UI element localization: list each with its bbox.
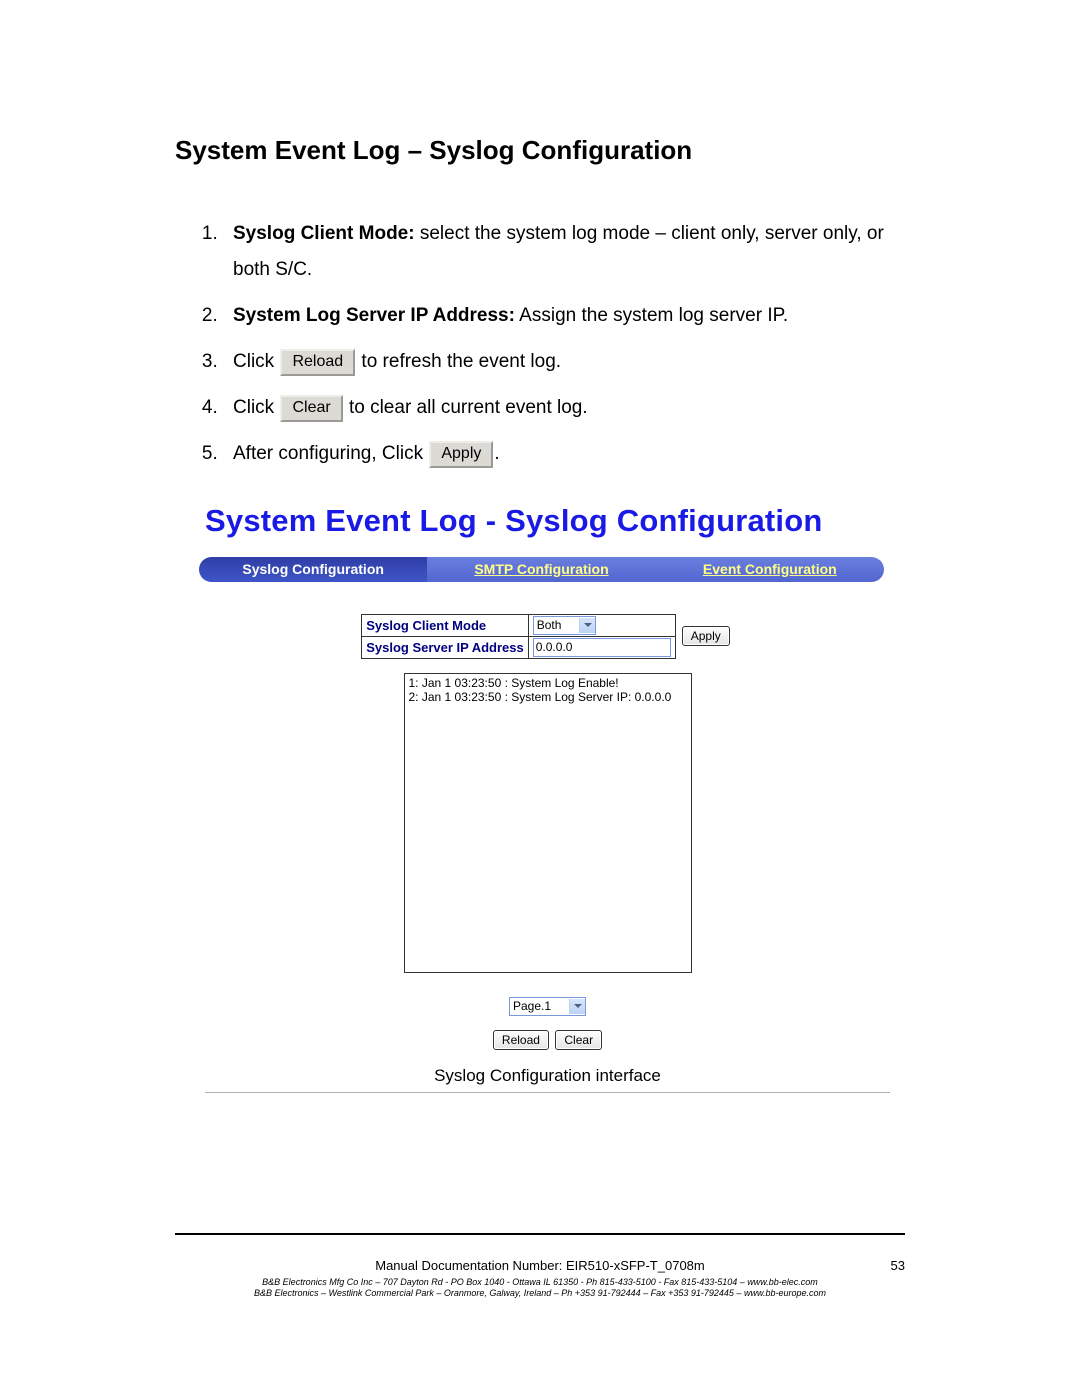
instruction-text: After configuring, Click [233, 443, 428, 464]
config-form-table: Syslog Client Mode Both Apply Syslog Ser… [361, 614, 734, 659]
event-log-box[interactable]: 1: Jan 1 03:23:50 : System Log Enable! 2… [404, 673, 692, 973]
input-syslog-server-ip[interactable] [533, 638, 671, 657]
document-page: System Event Log – Syslog Configuration … [0, 0, 1080, 1397]
chevron-down-icon [579, 618, 595, 633]
instruction-item: Click Clear to clear all current event l… [223, 390, 920, 426]
tab-bar: Syslog Configuration SMTP Configuration … [199, 557, 884, 582]
select-value: Page.1 [510, 999, 569, 1013]
tab-smtp-configuration[interactable]: SMTP Configuration [427, 557, 655, 582]
screenshot-heading: System Event Log - Syslog Configuration [205, 503, 890, 539]
label-syslog-client-mode: Syslog Client Mode [362, 614, 529, 636]
form-area: Syslog Client Mode Both Apply Syslog Ser… [205, 614, 890, 659]
interface-screenshot: System Event Log - Syslog Configuration … [205, 503, 890, 1050]
page-number: 53 [891, 1258, 905, 1273]
instruction-text: Click [233, 397, 279, 418]
log-line: 2: Jan 1 03:23:50 : System Log Server IP… [409, 690, 687, 704]
clear-button-illustration: Clear [280, 395, 342, 422]
instruction-item: Click Reload to refresh the event log. [223, 344, 920, 380]
instruction-text: . [494, 443, 499, 464]
log-line: 1: Jan 1 03:23:50 : System Log Enable! [409, 676, 687, 690]
instruction-text: Click [233, 351, 279, 372]
chevron-down-icon [569, 999, 585, 1014]
figure-caption: Syslog Configuration interface [205, 1050, 890, 1093]
instruction-item: Syslog Client Mode: select the system lo… [223, 216, 920, 288]
footer: Manual Documentation Number: EIR510-xSFP… [175, 1258, 905, 1273]
clear-button[interactable]: Clear [555, 1030, 602, 1050]
bold-term: System Log Server IP Address: [233, 305, 515, 326]
apply-button-illustration: Apply [429, 441, 493, 468]
section-heading: System Event Log – Syslog Configuration [175, 135, 920, 166]
pager-row: Page.1 [404, 997, 692, 1016]
tab-event-configuration[interactable]: Event Configuration [656, 557, 884, 582]
instruction-item: System Log Server IP Address: Assign the… [223, 298, 920, 334]
apply-button[interactable]: Apply [682, 626, 730, 646]
bold-term: Syslog Client Mode: [233, 223, 415, 244]
footer-rule [175, 1233, 905, 1235]
label-syslog-server-ip: Syslog Server IP Address [362, 636, 529, 658]
instruction-text: to clear all current event log. [344, 397, 588, 418]
log-button-row: Reload Clear [404, 1030, 692, 1050]
instruction-text: to refresh the event log. [356, 351, 561, 372]
reload-button-illustration: Reload [280, 349, 355, 376]
reload-button[interactable]: Reload [493, 1030, 549, 1050]
doc-number: Manual Documentation Number: EIR510-xSFP… [375, 1258, 704, 1273]
select-value: Both [534, 618, 580, 632]
fine-line: B&B Electronics Mfg Co Inc – 707 Dayton … [120, 1277, 960, 1288]
event-log-area: 1: Jan 1 03:23:50 : System Log Enable! 2… [404, 673, 692, 1050]
fine-print: B&B Electronics Mfg Co Inc – 707 Dayton … [120, 1277, 960, 1300]
page-select[interactable]: Page.1 [509, 997, 586, 1016]
instruction-text: Assign the system log server IP. [515, 305, 788, 326]
tab-syslog-configuration[interactable]: Syslog Configuration [199, 557, 427, 582]
select-syslog-client-mode[interactable]: Both [533, 616, 597, 635]
instruction-list: Syslog Client Mode: select the system lo… [205, 216, 920, 473]
instruction-item: After configuring, Click Apply. [223, 436, 920, 472]
fine-line: B&B Electronics – Westlink Commercial Pa… [120, 1288, 960, 1299]
